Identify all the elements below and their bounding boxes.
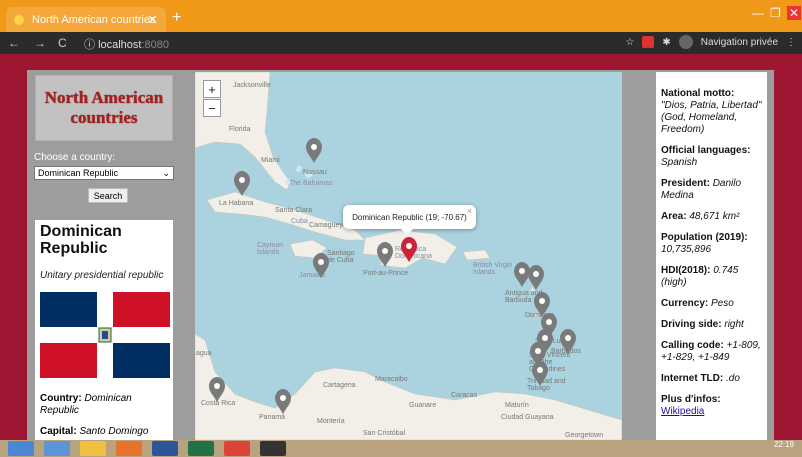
- back-icon[interactable]: ←: [8, 36, 20, 50]
- info-languages: Official languages: Spanish: [661, 145, 751, 168]
- capital-field-label: Capital:: [40, 426, 77, 437]
- info-currency: Currency: Peso: [661, 298, 734, 309]
- info-panel: National motto: "Dios, Patria, Libertad"…: [656, 72, 767, 440]
- info-population: Population (2019): 10,735,896: [661, 232, 748, 255]
- map-label: Cartagena: [323, 382, 356, 389]
- map-label: Guanare: [409, 402, 437, 409]
- map-popup: Dominican Republic (19; -70.67) ×: [343, 205, 476, 235]
- search-button[interactable]: Search: [88, 188, 128, 203]
- info-president: President: Danilo Medina: [661, 178, 742, 201]
- map-label: Caracas: [451, 392, 478, 399]
- map-label: Miami: [261, 157, 280, 164]
- popup-close-icon[interactable]: ×: [467, 206, 472, 216]
- map-label: Saint Vincent and the Grenadines: [529, 352, 571, 373]
- url-port: :8080: [141, 39, 170, 51]
- start-windows-icon[interactable]: [8, 441, 34, 456]
- map-label: Santiago de Cuba: [327, 250, 355, 264]
- bookmark-star-icon[interactable]: ☆: [625, 37, 634, 48]
- map-label: Nassau: [303, 169, 327, 176]
- map-label: Ciudad Guayana: [501, 414, 554, 421]
- map-label: La Habana: [219, 200, 254, 207]
- info-tld: Internet TLD: .do: [661, 373, 740, 384]
- map-label: Antigua and Barbuda: [505, 290, 543, 304]
- taskbar-app-icon[interactable]: [260, 441, 286, 456]
- map-label: Jacksonville: [233, 82, 271, 89]
- os-taskbar: 22:19: [0, 440, 802, 457]
- country-select[interactable]: Dominican Republic ⌄: [34, 166, 174, 180]
- map-label: Trinidad and Tobago: [527, 378, 566, 392]
- tab-title: North American countries: [32, 13, 156, 26]
- folder-icon[interactable]: [80, 441, 106, 456]
- capital-field-value: Santo Domingo: [79, 426, 149, 437]
- close-tab-icon[interactable]: ✕: [147, 12, 158, 28]
- map-label: Port-au-Prince: [363, 270, 409, 277]
- puzzle-icon[interactable]: ✱: [662, 37, 670, 48]
- info-hdi: HDI(2018): 0.745 (high): [661, 265, 739, 288]
- wikipedia-link[interactable]: Wikipedia: [661, 406, 704, 417]
- favicon-icon: [14, 14, 24, 25]
- map-popup-text: Dominican Republic (19; -70.67): [352, 212, 467, 222]
- info-area: Area: 48,671 km²: [661, 211, 740, 222]
- url-host: localhost: [98, 39, 142, 51]
- map-label: Panamá: [259, 414, 286, 421]
- map-label: Georgetown: [565, 432, 604, 439]
- map-label: República Dominicana: [395, 246, 432, 260]
- taskbar-app-icon[interactable]: [116, 441, 142, 456]
- country-field: Country: Dominican Republic: [40, 393, 168, 417]
- map-label: British Virgin Islands: [473, 262, 513, 276]
- extension-icon[interactable]: [642, 36, 655, 48]
- address-bar: ← → C ⓘ localhost:8080 ☆ ✱ Navigation pr…: [0, 32, 802, 54]
- country-name: Dominican Republic: [40, 223, 122, 257]
- taskbar-app-icon[interactable]: [44, 441, 70, 456]
- forward-icon[interactable]: →: [34, 36, 46, 50]
- excel-icon[interactable]: [188, 441, 214, 456]
- map-label: Jamaica: [299, 272, 326, 279]
- map-label: Costa Rica: [201, 400, 236, 407]
- map-label: Maturín: [505, 402, 529, 409]
- info-more: Plus d'infos: Wikipedia: [661, 394, 721, 417]
- browser-tab-bar: North American countries ✕ + — ❐ ✕: [0, 0, 802, 32]
- incognito-label: Navigation privée: [700, 36, 778, 48]
- left-panel: North American countries Choose a countr…: [32, 72, 174, 440]
- map-label: Saint Lucia: [535, 338, 570, 345]
- government-type: Unitary presidential republic: [40, 270, 164, 281]
- map-view[interactable]: + − Jacksonville Florida Miami Nassau Th…: [195, 72, 622, 440]
- chevron-down-icon: ⌄: [162, 167, 170, 178]
- info-motto: National motto: "Dios, Patria, Libertad"…: [661, 88, 762, 135]
- incognito-icon: [678, 35, 693, 49]
- clock: 22:19: [773, 440, 794, 449]
- country-field-label: Country:: [40, 393, 82, 404]
- new-tab-icon[interactable]: +: [172, 9, 181, 27]
- map-label: San Cristóbal: [363, 430, 406, 437]
- map-label: Camagüey: [309, 222, 343, 229]
- minimize-icon[interactable]: —: [752, 6, 764, 20]
- site-title-box: North American countries: [35, 75, 173, 141]
- info-driving-side: Driving side: right: [661, 319, 744, 330]
- reload-icon[interactable]: C: [58, 36, 67, 50]
- map-label: Santa Clara: [275, 207, 312, 214]
- site-title: North American countries: [44, 88, 164, 127]
- capital-field: Capital: Santo Domingo: [40, 426, 168, 437]
- info-calling-code: Calling code: +1-809, +1-829, +1-849: [661, 340, 761, 363]
- choose-label: Choose a country:: [34, 152, 116, 163]
- chrome-icon[interactable]: [224, 441, 250, 456]
- close-window-icon[interactable]: ✕: [787, 6, 802, 20]
- map-label: Montería: [317, 418, 345, 425]
- map-label: Dominica: [525, 312, 555, 319]
- country-card: Dominican Republic Unitary presidential …: [35, 220, 173, 440]
- word-icon[interactable]: [152, 441, 178, 456]
- map-label: agua: [196, 350, 212, 357]
- map-label: Cuba: [291, 218, 308, 225]
- map-label: The Bahamas: [289, 180, 333, 187]
- restore-icon[interactable]: ❐: [770, 6, 781, 20]
- country-select-value: Dominican Republic: [38, 168, 119, 178]
- dominican-flag-image: [40, 292, 170, 378]
- map-label: Cayman Islands: [257, 242, 284, 256]
- map-label: Florida: [229, 126, 251, 133]
- menu-icon[interactable]: ⋮: [786, 37, 796, 48]
- url-field[interactable]: ⓘ localhost:8080: [84, 36, 169, 52]
- map-label: Maracaibo: [375, 376, 408, 383]
- page-body: North American countries Choose a countr…: [0, 54, 802, 440]
- browser-tab[interactable]: North American countries ✕: [6, 7, 166, 32]
